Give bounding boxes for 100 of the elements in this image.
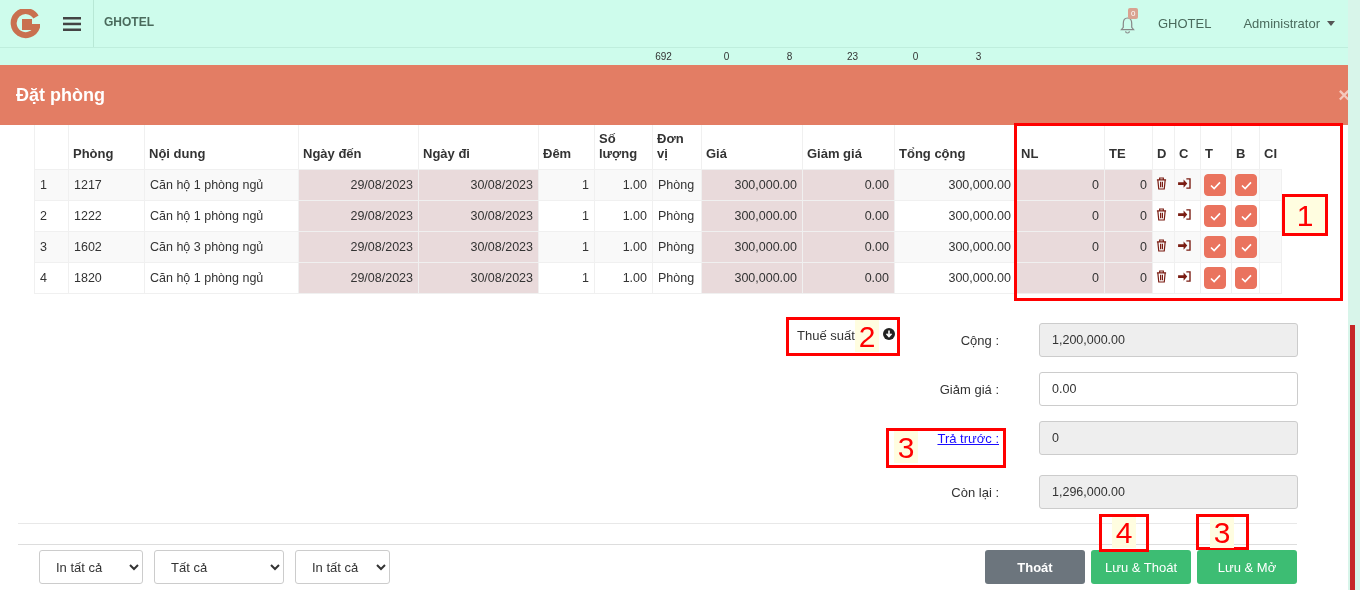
table-cell: 1602: [68, 231, 145, 263]
column-header: Giảm giá: [807, 146, 862, 162]
table-cell: 0: [1104, 200, 1153, 232]
table-cell: 0.00: [802, 262, 895, 294]
prepayment-link[interactable]: Trả trước :: [937, 430, 999, 446]
logo-icon: [10, 8, 40, 39]
annotation-number: 3: [1210, 517, 1234, 548]
dropdown[interactable]: Tất cả: [154, 550, 284, 584]
column-header: C: [1179, 146, 1189, 162]
table-cell: 1: [34, 169, 69, 201]
table-cell: 4: [34, 262, 69, 294]
table-cell: 29/08/2023: [298, 262, 419, 294]
circle-arrow-down-icon[interactable]: [882, 328, 895, 340]
checkbox[interactable]: [1235, 174, 1257, 196]
notification-count: 0: [1127, 7, 1139, 19]
checkbox[interactable]: [1204, 267, 1226, 289]
table-cell: 1: [538, 231, 595, 263]
bell-icon[interactable]: [1119, 16, 1135, 34]
checkbox[interactable]: [1235, 267, 1257, 289]
checkbox[interactable]: [1204, 236, 1226, 258]
table-cell: Phòng: [652, 200, 702, 232]
trash-icon[interactable]: [1156, 177, 1167, 190]
trash-icon[interactable]: [1156, 208, 1167, 221]
table-cell: 1: [538, 200, 595, 232]
scrollbar[interactable]: [1348, 0, 1360, 590]
table-cell: 30/08/2023: [418, 231, 539, 263]
table-cell: 30/08/2023: [418, 262, 539, 294]
user-menu[interactable]: Administrator: [1243, 16, 1335, 31]
table-cell: 0: [1016, 200, 1105, 232]
column-header: Số lượng: [599, 130, 638, 162]
column-header: Nội dung: [149, 146, 206, 162]
table-cell: Phòng: [652, 262, 702, 294]
checkmark-icon: [1240, 211, 1252, 221]
action-button[interactable]: Thoát: [985, 550, 1085, 584]
checkmark-icon: [1209, 242, 1221, 252]
annotation-number: 2: [855, 320, 879, 352]
sign-in-icon[interactable]: [1178, 240, 1191, 251]
checkbox[interactable]: [1235, 236, 1257, 258]
dropdown[interactable]: In tất cả: [39, 550, 143, 584]
table-cell: 1.00: [594, 169, 653, 201]
table-cell: 300,000.00: [701, 200, 803, 232]
column-header: TE: [1109, 146, 1126, 162]
checkmark-icon: [1240, 242, 1252, 252]
table-cell: Căn hộ 1 phòng ngủ: [144, 169, 299, 201]
table-cell: 300,000.00: [894, 231, 1017, 263]
modal-title: Đặt phòng: [16, 84, 106, 106]
table-cell: 29/08/2023: [298, 231, 419, 263]
checkbox[interactable]: [1204, 205, 1226, 227]
stat-count: 3: [974, 51, 983, 62]
table-cell: 0: [1016, 169, 1105, 201]
table-cell: 1: [538, 262, 595, 294]
column-header: Đêm: [543, 146, 572, 162]
column-header: B: [1236, 146, 1246, 162]
column-header: NL: [1021, 146, 1039, 162]
column-header: Ngày đến: [303, 146, 362, 162]
column-header: Phòng: [73, 146, 114, 162]
table-cell: 0: [1104, 169, 1153, 201]
checkmark-icon: [1209, 273, 1221, 283]
hotel-name[interactable]: GHOTEL: [1157, 16, 1212, 31]
sign-in-icon[interactable]: [1178, 271, 1191, 282]
table-cell: 300,000.00: [701, 262, 803, 294]
column-header: T: [1205, 146, 1213, 162]
menu-icon[interactable]: [63, 16, 81, 31]
sign-in-icon[interactable]: [1178, 209, 1191, 220]
brand-name: GHOTEL: [104, 14, 154, 29]
dropdown[interactable]: In tất cả: [295, 550, 390, 584]
trash-icon[interactable]: [1156, 270, 1167, 283]
input-field[interactable]: 0.00: [1039, 372, 1298, 406]
sign-in-icon[interactable]: [1178, 178, 1191, 189]
table-cell: 30/08/2023: [418, 169, 539, 201]
input-field[interactable]: 0: [1039, 421, 1298, 455]
input-field[interactable]: 1,200,000.00: [1039, 323, 1298, 357]
column-header: Ngày đi: [423, 146, 470, 162]
column-header: D: [1157, 146, 1167, 162]
annotation-number: 3: [894, 431, 918, 463]
table-cell: 1217: [68, 169, 145, 201]
table-cell: 0.00: [802, 169, 895, 201]
table-cell: 0: [1104, 231, 1153, 263]
checkmark-icon: [1240, 180, 1252, 190]
table-cell: 1222: [68, 200, 145, 232]
table-cell: 1.00: [594, 231, 653, 263]
table-cell: 0.00: [802, 200, 895, 232]
checkmark-icon: [1240, 273, 1252, 283]
checkbox[interactable]: [1235, 205, 1257, 227]
caret-icon: [1327, 21, 1335, 26]
annotation-frame: [1099, 514, 1149, 552]
checkmark-icon: [1209, 180, 1221, 190]
table-cell: 1: [538, 169, 595, 201]
table-cell: 0: [1016, 262, 1105, 294]
stat-count: 23: [845, 51, 860, 62]
table-cell: 0: [1104, 262, 1153, 294]
trash-icon[interactable]: [1156, 239, 1167, 252]
table-cell: Căn hộ 3 phòng ngủ: [144, 231, 299, 263]
checkbox[interactable]: [1204, 174, 1226, 196]
input-field[interactable]: 1,296,000.00: [1039, 475, 1298, 509]
table-cell: 2: [34, 200, 69, 232]
table-cell: Căn hộ 1 phòng ngủ: [144, 262, 299, 294]
column-header: Tổng cộng: [899, 146, 966, 162]
table-cell: 300,000.00: [701, 169, 803, 201]
table-cell: 0.00: [802, 231, 895, 263]
